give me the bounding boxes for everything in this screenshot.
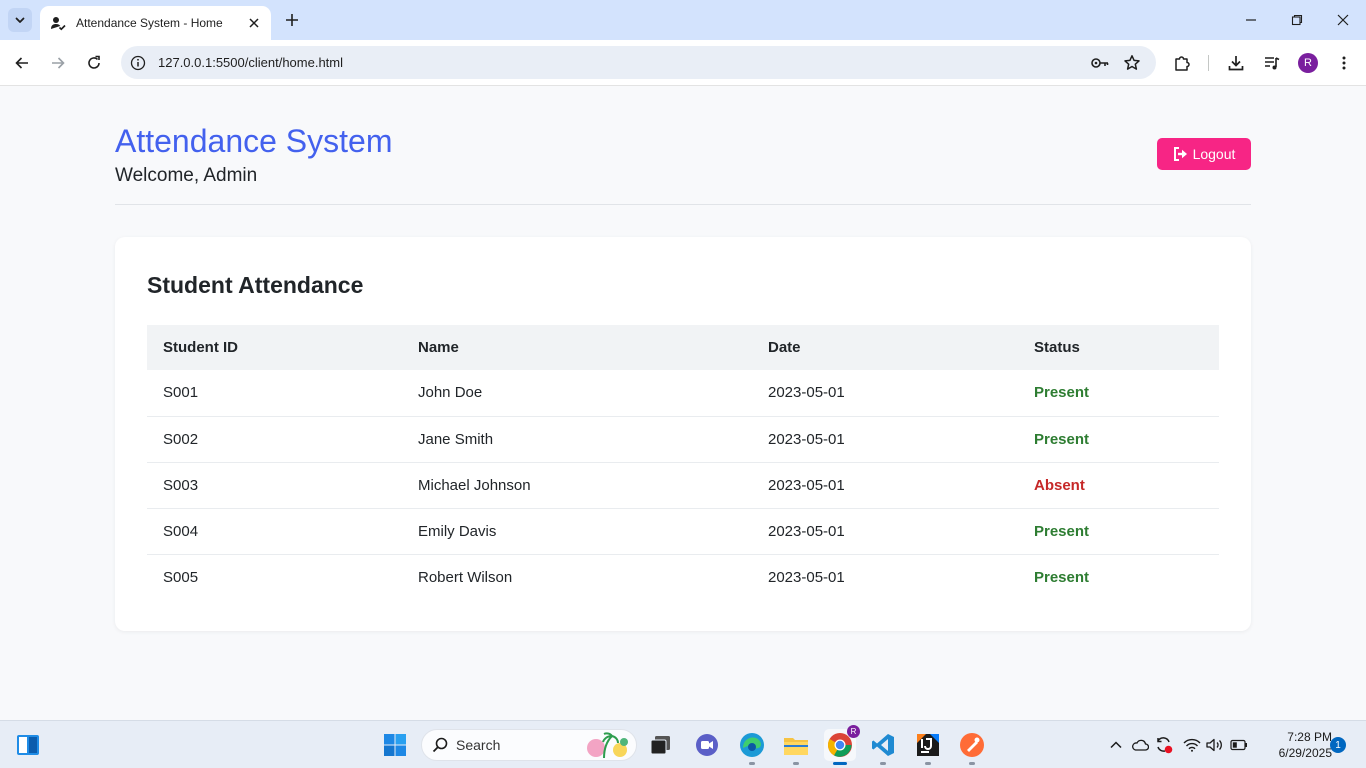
download-icon[interactable] [1224, 51, 1248, 75]
notification-badge[interactable]: 1 [1330, 737, 1346, 753]
volume-icon[interactable] [1205, 735, 1225, 755]
chrome-browser-icon[interactable]: R [824, 725, 860, 765]
chrome-profile-badge: R [847, 725, 860, 738]
cell-name: Jane Smith [418, 430, 494, 448]
cell-date: 2023-05-01 [768, 430, 845, 448]
cell-status: Absent [1034, 476, 1085, 494]
cell-student-id: S004 [163, 522, 199, 540]
table-row: S003 Michael Johnson 2023-05-01 Absent [147, 462, 1219, 508]
password-key-icon[interactable] [1088, 51, 1112, 75]
logout-label: Logout [1192, 146, 1236, 162]
cell-student-id: S003 [163, 476, 199, 494]
sync-alert-icon[interactable] [1154, 735, 1174, 755]
page-viewport: Attendance System Welcome, Admin Logout … [0, 87, 1366, 720]
cell-status: Present [1034, 568, 1090, 586]
restore-window-icon[interactable] [1282, 6, 1312, 34]
new-tab-plus-icon[interactable] [282, 10, 302, 30]
file-explorer-icon[interactable] [780, 729, 812, 765]
cell-name: Michael Johnson [418, 476, 531, 494]
vscode-icon[interactable] [867, 729, 899, 765]
url-text[interactable]: 127.0.0.1:5500/client/home.html [158, 55, 1088, 70]
cell-name: Emily Davis [418, 522, 497, 540]
profile-avatar[interactable]: R [1298, 53, 1318, 73]
cell-date: 2023-05-01 [768, 568, 845, 586]
cell-date: 2023-05-01 [768, 476, 845, 494]
site-info-icon[interactable] [130, 55, 146, 71]
cell-status: Present [1034, 384, 1090, 402]
media-control-icon[interactable] [1260, 51, 1284, 75]
app-header: Attendance System Welcome, Admin Logout [115, 87, 1251, 205]
cell-student-id: S005 [163, 568, 199, 586]
browser-tab-strip: Attendance System - Home [0, 0, 1366, 40]
search-highlight-illustration-icon [587, 732, 628, 759]
cell-status: Present [1034, 430, 1090, 448]
cell-name: John Doe [418, 384, 483, 402]
logout-button[interactable]: Logout [1157, 138, 1251, 170]
bookmark-star-icon[interactable] [1120, 51, 1144, 75]
edge-browser-icon[interactable] [736, 729, 768, 765]
extensions-puzzle-icon[interactable] [1170, 51, 1194, 75]
card-title: Student Attendance [147, 272, 364, 298]
table-row: S004 Emily Davis 2023-05-01 Present [147, 508, 1219, 554]
running-indicator [925, 762, 931, 765]
table-header-row: Student ID Name Date Status [147, 325, 1219, 370]
running-indicator [749, 762, 755, 765]
running-indicator [880, 762, 886, 765]
attendance-card: Student Attendance Student ID Name Date … [115, 237, 1251, 631]
cell-date: 2023-05-01 [768, 522, 845, 540]
table-row: S001 John Doe 2023-05-01 Present [147, 370, 1219, 416]
welcome-message: Welcome, Admin [115, 165, 258, 186]
toolbar-divider [1208, 55, 1209, 71]
cell-name: Robert Wilson [418, 568, 513, 586]
close-tab-icon[interactable] [245, 14, 263, 32]
table-row: S005 Robert Wilson 2023-05-01 Present [147, 554, 1219, 600]
onedrive-cloud-icon[interactable] [1130, 735, 1150, 755]
taskbar-search[interactable]: Search [421, 729, 637, 761]
cell-student-id: S002 [163, 430, 199, 448]
running-indicator [969, 762, 975, 765]
sign-out-icon [1173, 147, 1187, 161]
column-header-status: Status [1034, 339, 1080, 356]
browser-toolbar: 127.0.0.1:5500/client/home.html [0, 40, 1366, 86]
battery-icon[interactable] [1229, 735, 1249, 755]
wifi-icon[interactable] [1182, 735, 1202, 755]
os-taskbar: Search R 7:28 PM 6/29/2025 1 [0, 720, 1366, 768]
app-title: Attendance System [115, 123, 393, 159]
column-header-name: Name [418, 339, 459, 356]
clock-date: 6/29/2025 [1278, 746, 1332, 760]
widgets-icon[interactable] [12, 729, 44, 761]
clock-time: 7:28 PM [1287, 730, 1332, 744]
back-arrow-icon[interactable] [10, 51, 34, 75]
windows-start-icon[interactable] [379, 729, 411, 761]
postman-icon[interactable] [956, 729, 988, 765]
forward-arrow-icon[interactable] [46, 51, 70, 75]
tab-search-dropdown-button[interactable] [8, 8, 32, 32]
system-clock[interactable]: 7:28 PM 6/29/2025 [1252, 729, 1332, 761]
column-header-student-id: Student ID [163, 339, 238, 356]
search-icon [432, 737, 448, 753]
search-label: Search [456, 737, 501, 753]
column-header-date: Date [768, 339, 801, 356]
address-bar[interactable]: 127.0.0.1:5500/client/home.html [121, 46, 1156, 79]
close-window-icon[interactable] [1328, 6, 1358, 34]
reload-icon[interactable] [82, 51, 106, 75]
running-indicator [793, 762, 799, 765]
show-hidden-icons-chevron-icon[interactable] [1106, 735, 1126, 755]
cell-date: 2023-05-01 [768, 384, 845, 402]
active-indicator [833, 762, 847, 765]
more-menu-icon[interactable] [1332, 51, 1356, 75]
cell-student-id: S001 [163, 384, 199, 402]
task-view-icon[interactable] [645, 729, 677, 761]
browser-tab-active[interactable]: Attendance System - Home [40, 6, 271, 40]
teams-chat-icon[interactable] [691, 729, 723, 761]
chevron-down-icon [15, 17, 25, 23]
attendance-table: Student ID Name Date Status S001 John Do… [147, 325, 1219, 600]
table-row: S002 Jane Smith 2023-05-01 Present [147, 416, 1219, 462]
cell-status: Present [1034, 522, 1090, 540]
user-check-icon [50, 15, 66, 31]
tab-title: Attendance System - Home [76, 16, 223, 30]
minimize-window-icon[interactable] [1236, 6, 1266, 34]
intellij-idea-icon[interactable] [912, 729, 944, 765]
